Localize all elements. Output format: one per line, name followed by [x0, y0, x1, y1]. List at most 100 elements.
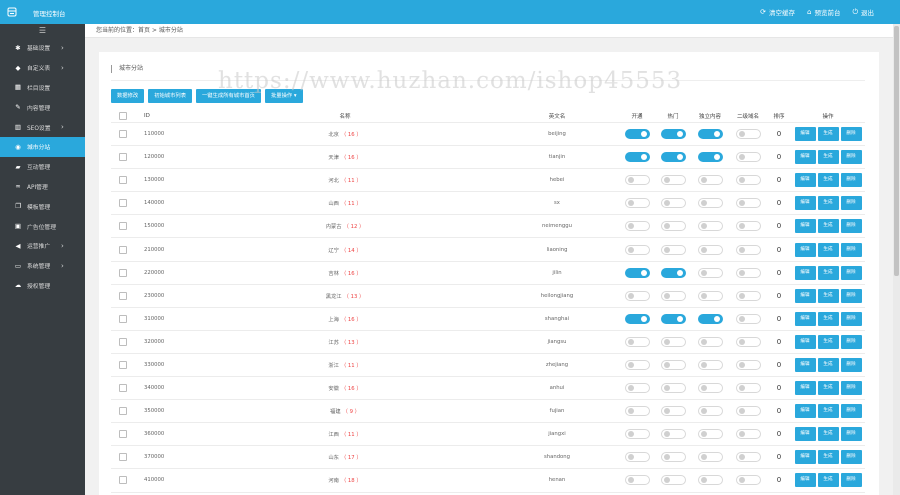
- edit-button[interactable]: 编辑: [794, 473, 816, 488]
- toggle-t3[interactable]: [697, 452, 723, 463]
- toggle-t1[interactable]: [624, 175, 650, 186]
- toggle-t1[interactable]: [624, 383, 650, 394]
- generate-button[interactable]: 生成: [817, 450, 839, 465]
- generate-button[interactable]: 生成: [817, 288, 839, 303]
- edit-button[interactable]: 编辑: [794, 127, 816, 142]
- generate-button[interactable]: 生成: [817, 196, 839, 211]
- generate-button[interactable]: 生成: [817, 219, 839, 234]
- generate-button[interactable]: 生成: [817, 427, 839, 442]
- row-checkbox[interactable]: [119, 314, 127, 323]
- toggle-t2[interactable]: [660, 244, 686, 255]
- toggle-t4[interactable]: [735, 406, 761, 417]
- logout-button[interactable]: ⏻ 退出: [852, 7, 874, 17]
- toggle-t3[interactable]: [697, 429, 723, 440]
- toggle-t1[interactable]: [624, 336, 650, 347]
- toggle-t4[interactable]: [735, 175, 761, 186]
- toggle-t3[interactable]: [697, 198, 723, 209]
- toggle-t1[interactable]: [624, 452, 650, 463]
- toggle-t2[interactable]: [660, 198, 686, 209]
- row-checkbox[interactable]: [119, 453, 127, 462]
- toggle-t2[interactable]: [660, 267, 686, 278]
- toggle-t1[interactable]: [624, 198, 650, 209]
- edit-button[interactable]: 编辑: [794, 288, 816, 303]
- row-checkbox[interactable]: [119, 153, 127, 162]
- delete-button[interactable]: 删除: [840, 127, 862, 142]
- toggle-t3[interactable]: [697, 267, 723, 278]
- toggle-t1[interactable]: [624, 221, 650, 232]
- toggle-t1[interactable]: [624, 406, 650, 417]
- delete-button[interactable]: 删除: [840, 265, 862, 280]
- batch-action-button[interactable]: 批量操作 ▾: [264, 89, 303, 103]
- generate-button[interactable]: 生成: [817, 127, 839, 142]
- scrollbar-thumb[interactable]: [894, 26, 899, 276]
- toggle-t2[interactable]: [660, 429, 686, 440]
- toggle-t4[interactable]: [735, 267, 761, 278]
- generate-button[interactable]: 生成: [817, 473, 839, 488]
- generate-button[interactable]: 生成: [817, 357, 839, 372]
- generate-button[interactable]: 生成: [817, 150, 839, 165]
- toggle-t3[interactable]: [697, 129, 723, 140]
- generate-button[interactable]: 生成: [817, 242, 839, 257]
- toggle-t2[interactable]: [660, 406, 686, 417]
- row-checkbox[interactable]: [119, 407, 127, 416]
- sidebar-item-10[interactable]: ◀ 运营推广 ›: [0, 236, 85, 256]
- toggle-t1[interactable]: [624, 429, 650, 440]
- toggle-t4[interactable]: [735, 198, 761, 209]
- toggle-t2[interactable]: [660, 383, 686, 394]
- toggle-t3[interactable]: [697, 383, 723, 394]
- toggle-t4[interactable]: [735, 152, 761, 163]
- toggle-t2[interactable]: [660, 313, 686, 324]
- edit-button[interactable]: 编辑: [794, 265, 816, 280]
- preview-site-button[interactable]: ⌂ 预览前台: [807, 7, 840, 17]
- generate-all-homepages-button[interactable]: 一键生成所有城市首页: [196, 89, 261, 103]
- generate-button[interactable]: 生成: [817, 381, 839, 396]
- edit-button[interactable]: 编辑: [794, 150, 816, 165]
- toggle-t3[interactable]: [697, 359, 723, 370]
- delete-button[interactable]: 删除: [840, 196, 862, 211]
- toggle-t3[interactable]: [697, 290, 723, 301]
- edit-button[interactable]: 编辑: [794, 381, 816, 396]
- toggle-t4[interactable]: [735, 475, 761, 486]
- delete-button[interactable]: 删除: [840, 334, 862, 349]
- sidebar-item-4[interactable]: ▥ SEO设置 ›: [0, 117, 85, 137]
- toggle-t2[interactable]: [660, 475, 686, 486]
- toggle-t4[interactable]: [735, 359, 761, 370]
- toggle-t1[interactable]: [624, 244, 650, 255]
- row-checkbox[interactable]: [119, 245, 127, 254]
- generate-button[interactable]: 生成: [817, 404, 839, 419]
- toggle-t3[interactable]: [697, 221, 723, 232]
- row-checkbox[interactable]: [119, 222, 127, 231]
- toggle-t2[interactable]: [660, 152, 686, 163]
- sidebar-item-5[interactable]: ◉ 城市分站: [0, 136, 85, 157]
- delete-button[interactable]: 删除: [840, 427, 862, 442]
- toggle-t2[interactable]: [660, 221, 686, 232]
- sidebar-item-0[interactable]: ✱ 基础设置 ›: [0, 38, 85, 58]
- delete-button[interactable]: 删除: [840, 288, 862, 303]
- toggle-t2[interactable]: [660, 359, 686, 370]
- row-checkbox[interactable]: [119, 176, 127, 185]
- delete-button[interactable]: 删除: [840, 173, 862, 188]
- toggle-t2[interactable]: [660, 336, 686, 347]
- clear-cache-button[interactable]: ⟳ 清空缓存: [760, 7, 795, 17]
- menu-toggle-icon[interactable]: ☰: [0, 24, 85, 38]
- toggle-t2[interactable]: [660, 175, 686, 186]
- generate-button[interactable]: 生成: [817, 173, 839, 188]
- sidebar-item-6[interactable]: ▰ 互动管理: [0, 157, 85, 177]
- edit-button[interactable]: 编辑: [794, 404, 816, 419]
- row-checkbox[interactable]: [119, 130, 127, 139]
- delete-button[interactable]: 删除: [840, 450, 862, 465]
- edit-button[interactable]: 编辑: [794, 173, 816, 188]
- row-checkbox[interactable]: [119, 384, 127, 393]
- sidebar-item-3[interactable]: ✎ 内容管理: [0, 97, 85, 117]
- row-checkbox[interactable]: [119, 360, 127, 369]
- toggle-t4[interactable]: [735, 336, 761, 347]
- delete-button[interactable]: 删除: [840, 219, 862, 234]
- toggle-t4[interactable]: [735, 383, 761, 394]
- sidebar-item-8[interactable]: ❐ 模板管理: [0, 196, 85, 216]
- toggle-t1[interactable]: [624, 313, 650, 324]
- toggle-t3[interactable]: [697, 336, 723, 347]
- toggle-t3[interactable]: [697, 152, 723, 163]
- toggle-t4[interactable]: [735, 452, 761, 463]
- toggle-t4[interactable]: [735, 290, 761, 301]
- delete-button[interactable]: 删除: [840, 381, 862, 396]
